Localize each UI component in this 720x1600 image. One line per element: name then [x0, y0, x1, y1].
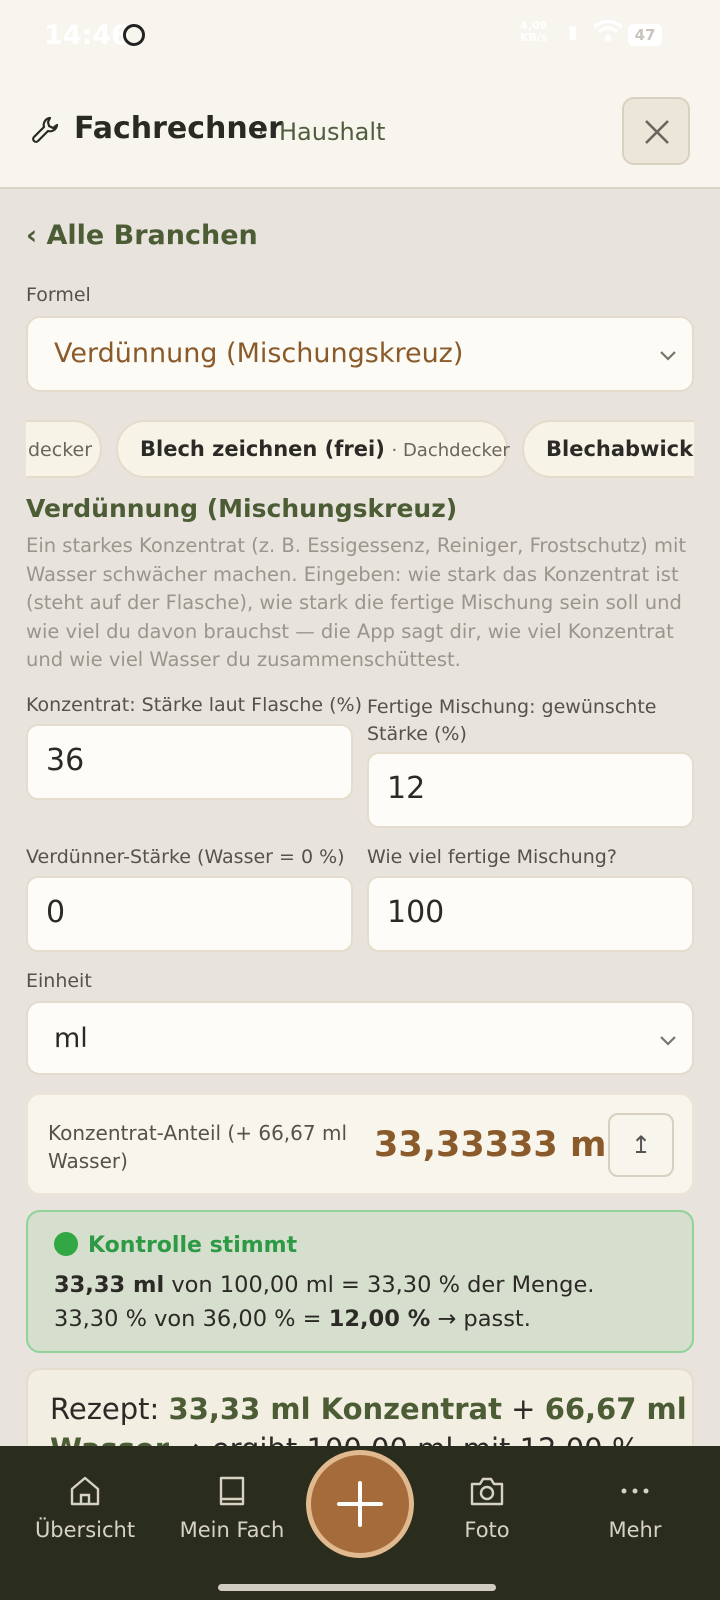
- formula-title: Verdünnung (Mischungskreuz): [26, 494, 458, 523]
- check-line-1-text: von 100,00 ml = 33,30 % der Menge.: [164, 1272, 595, 1298]
- amount-label: Wie viel fertige Mischung?: [367, 846, 617, 868]
- back-link[interactable]: ‹ Alle Branchen: [26, 220, 258, 251]
- page-subtitle: Haushalt: [279, 118, 386, 146]
- share-button[interactable]: ↥: [608, 1113, 674, 1177]
- home-icon: [70, 1476, 100, 1506]
- nav-item-label: Mehr: [608, 1518, 662, 1542]
- recipe-line-1: Rezept: 33,33 ml Konzentrat + 66,67 ml: [50, 1392, 687, 1426]
- more-icon: [621, 1488, 649, 1494]
- plus-icon: [337, 1481, 383, 1527]
- add-button[interactable]: [306, 1450, 414, 1558]
- check-line-1: 33,33 ml von 100,00 ml = 33,30 % der Men…: [54, 1272, 594, 1298]
- result-label: Konzentrat-Anteil (+ 66,67 ml Wasser): [48, 1121, 347, 1173]
- check-title: Kontrolle stimmt: [54, 1232, 297, 1258]
- formula-chip[interactable]: Blechabwicklu: [522, 420, 694, 478]
- wifi-icon: [592, 19, 624, 42]
- nav-item-more[interactable]: Mehr: [560, 1474, 710, 1542]
- nav-item-label: Übersicht: [34, 1518, 136, 1542]
- target-input[interactable]: 12: [367, 752, 694, 828]
- formula-label: Formel: [26, 284, 91, 306]
- check-line-1-bold: 33,33 ml: [54, 1272, 165, 1298]
- diluent-label: Verdünner-Stärke (Wasser = 0 %): [26, 846, 345, 868]
- chip-trade: decker: [28, 439, 93, 461]
- signal-icon: ▮: [568, 22, 578, 43]
- home-indicator[interactable]: [218, 1584, 496, 1591]
- nav-item-overview[interactable]: Übersicht: [10, 1474, 160, 1542]
- chevron-down-icon: [660, 1036, 676, 1046]
- recipe-concentrate: 33,33 ml Konzentrat: [168, 1392, 502, 1426]
- formula-description: Ein starkes Konzentrat (z. B. Essigessen…: [26, 534, 687, 671]
- nav-item-photo[interactable]: Foto: [412, 1474, 562, 1542]
- camera-icon: [470, 1477, 504, 1506]
- unit-label: Einheit: [26, 970, 92, 992]
- nav-item-label: Mein Fach: [179, 1518, 285, 1542]
- check-line-2-suffix: → passt.: [430, 1306, 531, 1332]
- chip-trade: · Dachdecker: [391, 440, 510, 461]
- page-title: Fachrechner: [74, 111, 283, 146]
- recipe-label: Rezept:: [50, 1392, 169, 1426]
- check-line-2-text: 33,30 % von 36,00 % =: [54, 1306, 329, 1332]
- concentrate-label: Konzentrat: Stärke laut Flasche (%): [26, 694, 362, 716]
- close-icon: [645, 120, 669, 144]
- formula-select[interactable]: Verdünnung (Mischungskreuz): [26, 316, 694, 392]
- chip-name: Blechabwicklu: [546, 437, 694, 461]
- book-icon: [219, 1476, 245, 1506]
- unit-select[interactable]: ml: [26, 1001, 694, 1075]
- network-speed-unit: KB/s: [520, 31, 548, 44]
- formula-chip[interactable]: decker: [26, 420, 102, 478]
- formula-chip-row[interactable]: decker Blech zeichnen (frei) · Dachdecke…: [26, 420, 694, 478]
- check-card: Kontrolle stimmt 33,33 ml von 100,00 ml …: [26, 1210, 694, 1353]
- close-button[interactable]: [622, 97, 690, 165]
- nav-item-label: Foto: [464, 1518, 510, 1542]
- battery-indicator: 47: [628, 24, 662, 46]
- status-dot-icon: [54, 1232, 78, 1256]
- result-card: Konzentrat-Anteil (+ 66,67 ml Wasser) 33…: [26, 1093, 694, 1195]
- formula-chip[interactable]: Blech zeichnen (frei) · Dachdecker: [116, 420, 510, 478]
- title-separator: ·: [258, 121, 265, 145]
- check-line-2: 33,30 % von 36,00 % = 12,00 % → passt.: [54, 1306, 531, 1332]
- diluent-input[interactable]: 0: [26, 876, 353, 952]
- unit-select-value: ml: [54, 1023, 88, 1054]
- result-value: 33,33333 ml: [374, 1125, 619, 1165]
- chip-name: Blech zeichnen (frei): [140, 437, 385, 461]
- concentrate-input[interactable]: 36: [26, 724, 353, 800]
- recipe-plus: +: [501, 1392, 545, 1426]
- chevron-down-icon: [660, 351, 676, 361]
- nav-item-my-subject[interactable]: Mein Fach: [157, 1474, 307, 1542]
- openai-icon: [123, 24, 145, 46]
- amount-input[interactable]: 100: [367, 876, 694, 952]
- check-title-text: Kontrolle stimmt: [88, 1233, 298, 1258]
- check-line-2-bold: 12,00 %: [328, 1306, 431, 1332]
- formula-select-value: Verdünnung (Mischungskreuz): [54, 338, 464, 369]
- wrench-icon: [32, 116, 59, 143]
- share-icon: ↥: [630, 1131, 652, 1159]
- app-header: Fachrechner · Haushalt: [0, 75, 720, 189]
- network-speed: 4,09 KB/s: [520, 20, 547, 44]
- target-label: Fertige Mischung: gewünschte Stärke (%): [367, 696, 657, 745]
- recipe-card: Rezept: 33,33 ml Konzentrat + 66,67 ml W…: [26, 1368, 694, 1448]
- status-bar: 14:46 4,09 KB/s ▮ 47: [0, 0, 720, 75]
- recipe-water: 66,67 ml: [544, 1392, 687, 1426]
- status-time: 14:46: [44, 20, 130, 51]
